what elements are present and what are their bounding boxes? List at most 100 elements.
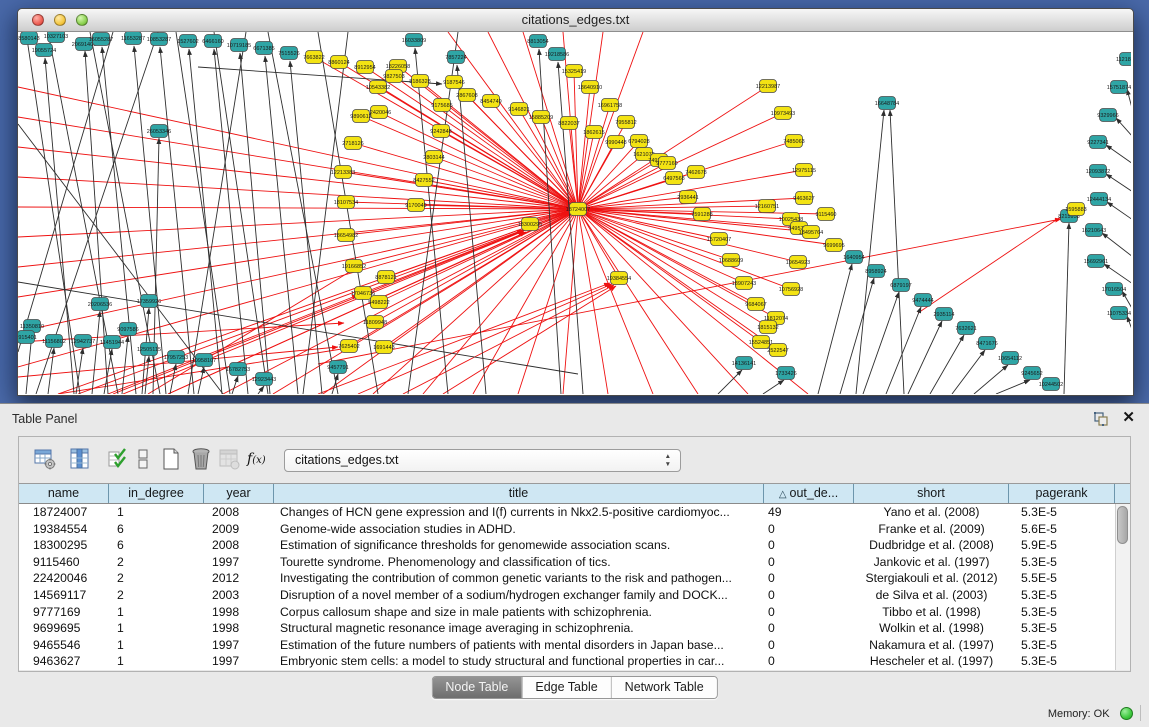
cell-in_degree: 6 [109, 537, 204, 554]
graph-node-label: 17359926 [137, 299, 161, 305]
graph-node-label: 12942737 [71, 339, 95, 345]
column-header-short[interactable]: short [854, 484, 1009, 503]
graph-edge [232, 376, 238, 394]
graph-node-label: 9329966 [1097, 113, 1118, 119]
panel-title: Table Panel [12, 412, 77, 426]
graph-node-label: 1815132 [757, 325, 778, 331]
table-row[interactable]: 946362711997Embryonic stem cells: a mode… [19, 653, 1130, 670]
column-header-out_de[interactable]: △out_de... [764, 484, 854, 503]
scrollbar-thumb[interactable] [1117, 506, 1128, 544]
graph-node-label: 8813054 [527, 39, 548, 45]
graph-node-label: 11218526 [1116, 57, 1131, 63]
delete-column-icon[interactable] [189, 446, 213, 472]
graph-node-label: 8580143 [18, 36, 39, 42]
cell-title: Estimation of significance thresholds fo… [274, 537, 764, 554]
graph-node-label: 9097586 [117, 327, 138, 333]
table-row[interactable]: 1872400712008Changes of HCN gene express… [19, 504, 1130, 521]
cell-title: Tourette syndrome. Phenomenology and cla… [274, 554, 764, 571]
graph-node-label: 15720407 [707, 237, 731, 243]
column-header-in_degree[interactable]: in_degree [109, 484, 204, 503]
float-panel-icon[interactable] [1093, 411, 1109, 427]
cell-out_de: 0 [764, 570, 854, 587]
column-header-title[interactable]: title [274, 484, 764, 503]
graph-edge [1106, 174, 1131, 192]
cell-pagerank: 5.5E-5 [1009, 570, 1115, 587]
table-settings-icon[interactable] [33, 446, 57, 472]
cell-name: 9115460 [19, 554, 109, 571]
table-row[interactable]: 2242004622012Investigating the contribut… [19, 570, 1130, 587]
graph-edge [952, 350, 985, 394]
graph-edge [18, 147, 578, 209]
cell-name: 18300295 [19, 537, 109, 554]
tab-network-table[interactable]: Network Table [611, 677, 717, 698]
graph-node-label: 7462678 [685, 170, 706, 176]
graph-node-label: 18107534 [334, 200, 358, 206]
graph-node-label: 7591288 [691, 212, 712, 218]
cell-name: 9465546 [19, 637, 109, 654]
column-header-pagerank[interactable]: pagerank [1009, 484, 1115, 503]
graph-node-label: 8427552 [413, 178, 434, 184]
graph-edge [268, 32, 338, 394]
graph-node-label: 10853287 [147, 37, 171, 43]
cell-pagerank: 5.3E-5 [1009, 554, 1115, 571]
graph-node-label: 19055724 [32, 48, 56, 54]
graph-edge [1106, 145, 1131, 164]
row-height-icon[interactable] [131, 446, 155, 472]
function-builder-icon[interactable]: f(x) [247, 446, 271, 472]
table-vertical-scrollbar[interactable] [1115, 504, 1130, 670]
column-header-name[interactable]: name [19, 484, 109, 503]
graph-node-label: 1691443 [373, 345, 394, 351]
graph-node-label: 8471676 [976, 341, 997, 347]
graph-edge [78, 230, 523, 394]
table-row[interactable]: 969969511998Structural magnetic resonanc… [19, 620, 1130, 637]
graph-node-label: 10327103 [44, 34, 68, 40]
graph-edge [443, 286, 616, 394]
graph-edge [518, 209, 578, 394]
cell-year: 2008 [204, 504, 274, 521]
network-canvas[interactable]: 1872400720691406190557248580143103271031… [18, 32, 1131, 394]
network-table-select[interactable]: citations_edges.txt ▲▼ [284, 449, 681, 472]
new-column-icon[interactable] [159, 446, 183, 472]
graph-node-label: 1640954 [843, 255, 864, 261]
cell-title: Disruption of a novel member of a sodium… [274, 587, 764, 604]
table-row[interactable]: 977716911998Corpus callosum shape and si… [19, 604, 1130, 621]
graph-node-label: 9242848 [430, 129, 451, 135]
network-window-titlebar[interactable]: citations_edges.txt [18, 9, 1133, 32]
graph-node-label: 16648784 [875, 101, 899, 107]
tab-node-table[interactable]: Node Table [432, 677, 521, 698]
table-panel: f(x) citations_edges.txt ▲▼ namein_degre… [18, 436, 1131, 672]
network-canvas-wrap: 1872400720691406190557248580143103271031… [18, 32, 1131, 394]
graph-edge [578, 209, 619, 278]
tab-edge-table[interactable]: Edge Table [521, 677, 610, 698]
column-display-icon[interactable] [68, 446, 92, 472]
import-table-icon[interactable] [217, 446, 241, 472]
table-row[interactable]: 1938455462009Genome-wide association stu… [19, 521, 1130, 538]
graph-edge [763, 380, 784, 394]
select-rows-icon[interactable] [106, 446, 130, 472]
graph-edge [346, 209, 578, 235]
graph-edge [379, 209, 578, 302]
close-panel-icon[interactable]: ✕ [1122, 410, 1135, 426]
graph-node-label: 6466160 [202, 39, 223, 45]
graph-node-label: 9146821 [508, 107, 529, 113]
graph-node-label: 2718126 [342, 141, 363, 147]
table-row[interactable]: 1830029562008Estimation of significance … [19, 537, 1130, 554]
column-header-year[interactable]: year [204, 484, 274, 503]
graph-node-label: 1527602 [177, 39, 198, 45]
cell-out_de: 0 [764, 554, 854, 571]
table-row[interactable]: 1456911722003Disruption of a novel membe… [19, 587, 1130, 604]
cell-year: 1998 [204, 604, 274, 621]
cell-out_de: 0 [764, 637, 854, 654]
graph-edge [92, 311, 100, 394]
cell-in_degree: 2 [109, 587, 204, 604]
graph-node-label: 9890612 [350, 114, 371, 120]
cell-pagerank: 5.3E-5 [1009, 587, 1115, 604]
table-row[interactable]: 946554611997Estimation of the future num… [19, 637, 1130, 654]
graph-edge [1116, 118, 1131, 137]
table-row[interactable]: 911546021997Tourette syndrome. Phenomeno… [19, 554, 1130, 571]
cell-pagerank: 5.3E-5 [1009, 620, 1115, 637]
graph-node-label: 10958107 [192, 358, 216, 364]
graph-node-label: 2867608 [456, 93, 477, 99]
graph-node-label: 8454749 [480, 99, 501, 105]
select-arrows-icon: ▲▼ [665, 453, 671, 469]
